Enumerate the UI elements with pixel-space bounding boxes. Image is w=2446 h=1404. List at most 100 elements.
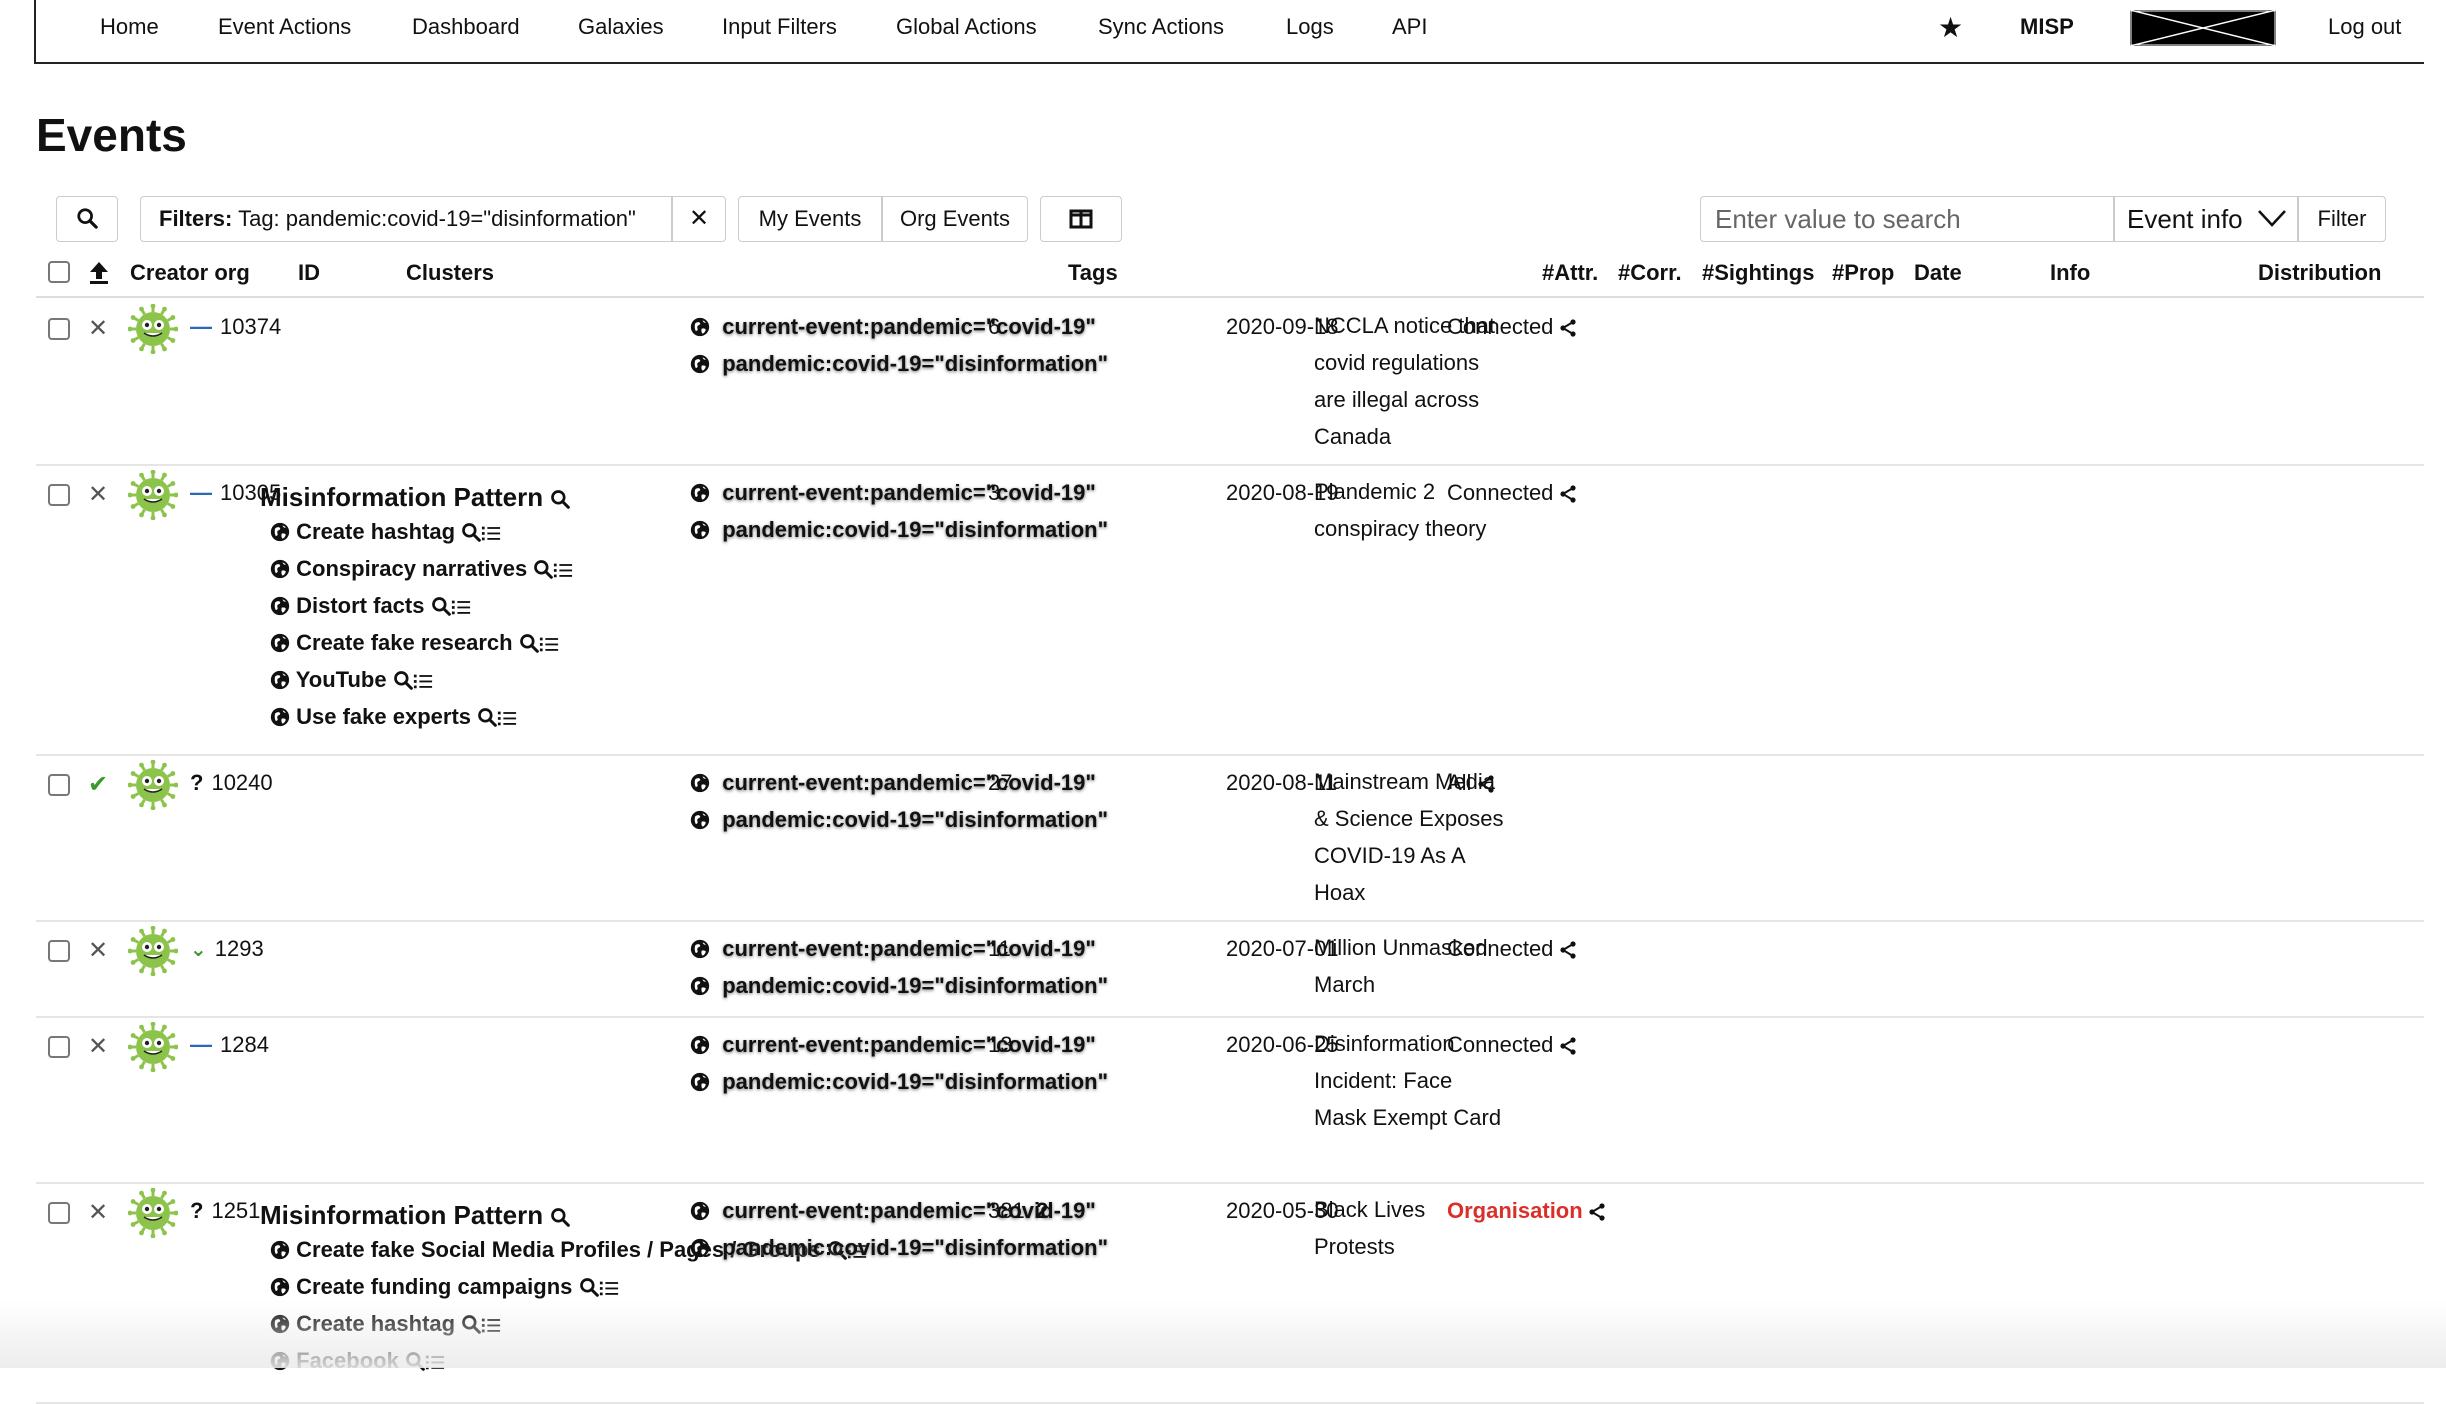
distribution-link[interactable]: All: [1447, 770, 1494, 796]
table-row[interactable]: ✕: [36, 1018, 2424, 1184]
row-checkbox[interactable]: [48, 774, 70, 796]
table-row[interactable]: ✕: [36, 922, 2424, 1018]
search-icon[interactable]: [550, 1207, 571, 1227]
search-scope-select[interactable]: Event info: [2114, 196, 2298, 242]
list-icon[interactable]: [481, 524, 501, 542]
filter-submit-button[interactable]: Filter: [2298, 196, 2386, 242]
event-id-link[interactable]: — 10374: [190, 314, 281, 340]
creator-org-logo[interactable]: [127, 759, 179, 811]
globe-icon: [270, 633, 290, 653]
event-tag[interactable]: pandemic:covid-19="disinformation": [690, 517, 1108, 543]
active-filter-button[interactable]: Filters: Tag: pandemic:covid-19="disinfo…: [140, 196, 672, 242]
column-toggle-button[interactable]: [1040, 196, 1122, 242]
search-icon[interactable]: [550, 489, 571, 509]
list-icon[interactable]: [553, 561, 573, 579]
list-icon[interactable]: [539, 635, 559, 653]
list-icon[interactable]: [497, 709, 517, 727]
cluster-item[interactable]: YouTube: [270, 667, 433, 693]
row-checkbox[interactable]: [48, 484, 70, 506]
search-toggle-button[interactable]: [56, 196, 118, 242]
event-tag[interactable]: pandemic:covid-19="disinformation": [690, 807, 1108, 833]
distribution-link[interactable]: Connected: [1447, 314, 1576, 340]
select-all-checkbox[interactable]: [48, 261, 70, 283]
search-icon[interactable]: [431, 596, 451, 616]
event-tag[interactable]: pandemic:covid-19="disinformation": [690, 1069, 1108, 1095]
brand-name[interactable]: MISP: [2020, 14, 2074, 40]
nav-logs[interactable]: Logs: [1286, 14, 1334, 40]
col-distribution[interactable]: Distribution: [2258, 260, 2381, 286]
event-id-link[interactable]: ? 1251: [190, 1198, 260, 1224]
search-icon[interactable]: [477, 707, 497, 727]
clear-filter-button[interactable]: ✕: [672, 196, 726, 242]
list-icon[interactable]: [451, 598, 471, 616]
row-checkbox[interactable]: [48, 1202, 70, 1224]
col-date[interactable]: Date: [1914, 260, 1962, 286]
table-row[interactable]: ✕: [36, 300, 2424, 466]
event-id-link[interactable]: ⌄ 1293: [190, 936, 264, 962]
nav-api[interactable]: API: [1392, 14, 1427, 40]
creator-org-logo[interactable]: [127, 303, 179, 355]
col-creator-org[interactable]: Creator org: [130, 260, 250, 286]
search-icon[interactable]: [579, 1277, 599, 1297]
logout-link[interactable]: Log out: [2328, 14, 2401, 40]
distribution-link[interactable]: Organisation: [1447, 1198, 1605, 1224]
distribution-link[interactable]: Connected: [1447, 480, 1576, 506]
list-icon[interactable]: [599, 1279, 619, 1297]
col-id[interactable]: ID: [298, 260, 320, 286]
cluster-item[interactable]: Create funding campaigns: [270, 1274, 619, 1300]
cluster-item[interactable]: Distort facts: [270, 593, 471, 619]
nav-event-actions[interactable]: Event Actions: [218, 14, 351, 40]
nav-galaxies[interactable]: Galaxies: [578, 14, 664, 40]
table-row[interactable]: ✕: [36, 466, 2424, 756]
search-icon[interactable]: [393, 670, 413, 690]
user-redacted-box[interactable]: [2130, 10, 2276, 46]
creator-org-logo[interactable]: [127, 1187, 179, 1239]
org-events-button[interactable]: Org Events: [882, 196, 1028, 242]
corr-count[interactable]: 2: [1036, 1198, 1048, 1224]
event-tag[interactable]: current-event:pandemic="covid-19": [690, 1198, 1096, 1224]
event-id-link[interactable]: — 1284: [190, 1032, 269, 1058]
col-info[interactable]: Info: [2050, 260, 2090, 286]
cluster-item[interactable]: Conspiracy narratives: [270, 556, 573, 582]
creator-org-logo[interactable]: [127, 469, 179, 521]
row-checkbox[interactable]: [48, 1036, 70, 1058]
table-row[interactable]: ✕: [36, 1184, 2424, 1404]
publish-upload-icon[interactable]: [88, 260, 110, 286]
event-tag[interactable]: pandemic:covid-19="disinformation": [690, 973, 1108, 999]
row-checkbox[interactable]: [48, 318, 70, 340]
row-checkbox[interactable]: [48, 940, 70, 962]
distribution-link[interactable]: Connected: [1447, 1032, 1576, 1058]
cluster-item[interactable]: Create fake research: [270, 630, 559, 656]
nav-global-actions[interactable]: Global Actions: [896, 14, 1037, 40]
event-tag[interactable]: current-event:pandemic="covid-19": [690, 770, 1096, 796]
table-row[interactable]: ✔ ? 10240 current-event:pandemic="covid-…: [36, 756, 2424, 922]
search-icon[interactable]: [533, 559, 554, 579]
creator-org-logo[interactable]: [127, 925, 179, 977]
virus-logo-icon: [127, 303, 179, 355]
cluster-item[interactable]: Use fake experts: [270, 704, 517, 730]
cluster-item[interactable]: Create hashtag: [270, 519, 501, 545]
event-tag[interactable]: pandemic:covid-19="disinformation": [690, 1235, 1108, 1261]
event-tag[interactable]: current-event:pandemic="covid-19": [690, 314, 1096, 340]
creator-org-logo[interactable]: [127, 1021, 179, 1073]
distribution-link[interactable]: Connected: [1447, 936, 1576, 962]
cluster-title[interactable]: Misinformation Pattern: [260, 1200, 571, 1231]
nav-dashboard[interactable]: Dashboard: [412, 14, 520, 40]
event-tag[interactable]: current-event:pandemic="covid-19": [690, 1032, 1096, 1058]
event-tag[interactable]: current-event:pandemic="covid-19": [690, 480, 1096, 506]
col-attr[interactable]: #Attr.: [1542, 260, 1598, 286]
search-input[interactable]: [1700, 196, 2114, 242]
event-tag[interactable]: pandemic:covid-19="disinformation": [690, 351, 1108, 377]
star-icon[interactable]: ★: [1938, 11, 1963, 44]
nav-sync-actions[interactable]: Sync Actions: [1098, 14, 1224, 40]
list-icon[interactable]: [413, 672, 433, 690]
globe-icon: [690, 1238, 710, 1258]
nav-input-filters[interactable]: Input Filters: [722, 14, 837, 40]
search-icon[interactable]: [461, 522, 482, 542]
event-id-link[interactable]: ? 10240: [190, 770, 273, 796]
nav-home[interactable]: Home: [100, 14, 159, 40]
cluster-title[interactable]: Misinformation Pattern: [260, 482, 571, 513]
search-icon[interactable]: [519, 633, 539, 653]
event-tag[interactable]: current-event:pandemic="covid-19": [690, 936, 1096, 962]
my-events-button[interactable]: My Events: [738, 196, 882, 242]
